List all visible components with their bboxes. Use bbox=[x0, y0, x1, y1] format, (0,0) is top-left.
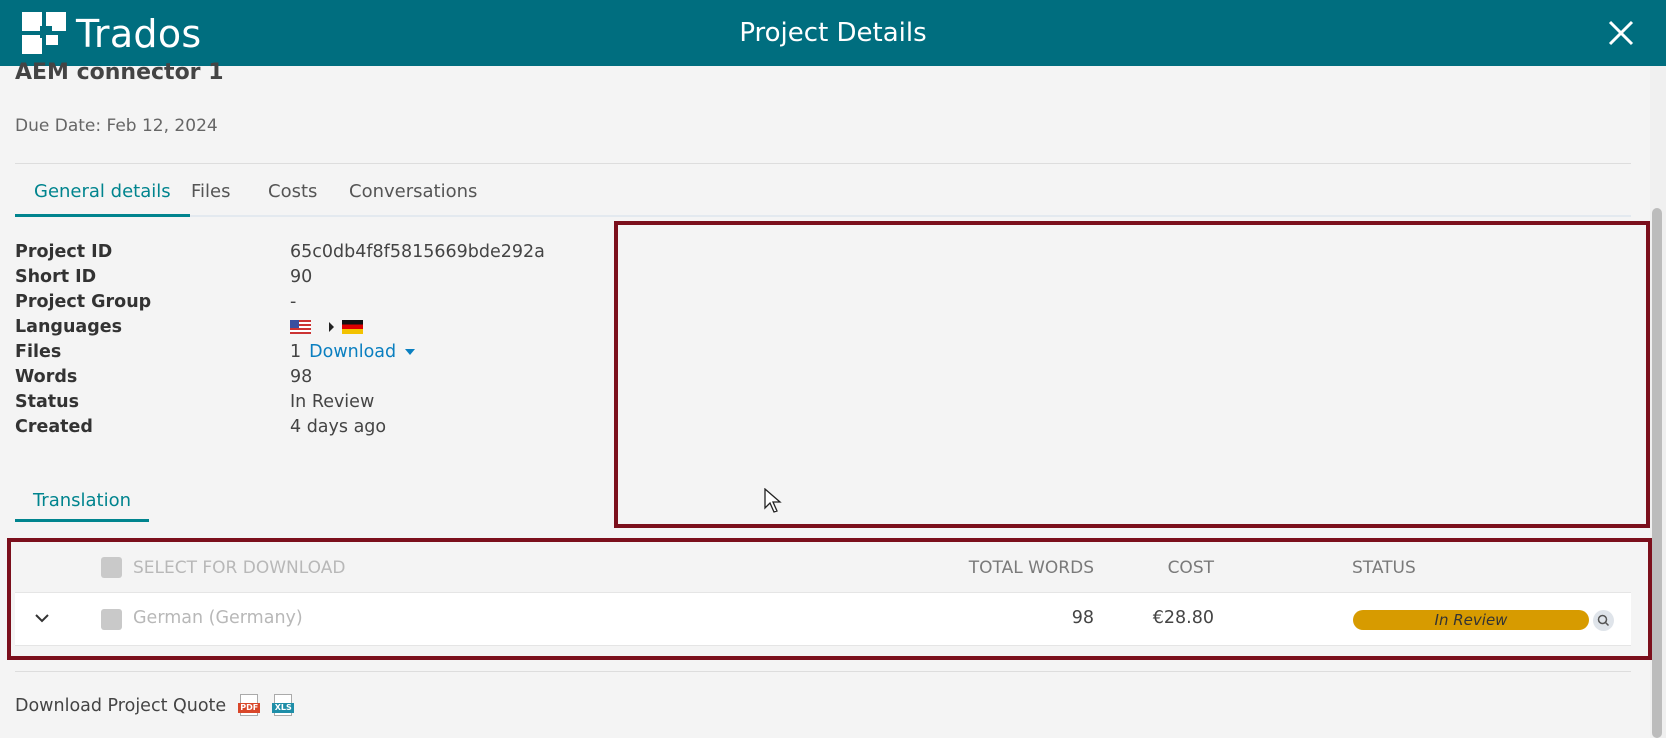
detail-label: Created bbox=[15, 417, 93, 437]
detail-row-short-id: Short ID 90 bbox=[15, 267, 575, 293]
tab-costs[interactable]: Costs bbox=[249, 181, 336, 217]
detail-label: Short ID bbox=[15, 267, 97, 287]
status-badge: In Review bbox=[1353, 610, 1589, 630]
app-header: Trados Project Details bbox=[0, 0, 1666, 66]
detail-value: 98 bbox=[290, 367, 313, 387]
detail-row-created: Created 4 days ago bbox=[15, 417, 575, 443]
tab-conversations[interactable]: Conversations bbox=[330, 181, 496, 217]
detail-label: Files bbox=[15, 342, 62, 362]
detail-label: Project Group bbox=[15, 292, 152, 312]
header-status: STATUS bbox=[1352, 558, 1416, 578]
detail-label: Project ID bbox=[15, 242, 113, 262]
tab-bar: General details Files Costs Conversation… bbox=[15, 173, 1631, 217]
main-content: AEM connector 1 Due Date: Feb 12, 2024 G… bbox=[0, 60, 1666, 738]
detail-value: - bbox=[290, 292, 297, 312]
tab-general-details[interactable]: General details bbox=[15, 181, 190, 217]
detail-value: 65c0db4f8f5815669bde292a bbox=[290, 242, 545, 262]
detail-value: In Review bbox=[290, 392, 375, 412]
caret-down-icon[interactable] bbox=[405, 349, 416, 355]
row-words: 98 bbox=[1071, 608, 1094, 628]
us-flag-icon bbox=[290, 320, 311, 334]
quote-label: Download Project Quote bbox=[15, 696, 227, 716]
download-link[interactable]: Download bbox=[309, 342, 396, 362]
tab-files[interactable]: Files bbox=[172, 181, 250, 217]
detail-row-languages: Languages bbox=[15, 317, 575, 343]
detail-value: 90 bbox=[290, 267, 313, 287]
detail-row-status: Status In Review bbox=[15, 392, 575, 418]
pdf-icon[interactable]: PDF bbox=[238, 694, 261, 718]
project-title: AEM connector 1 bbox=[15, 60, 224, 85]
detail-row-project-group: Project Group - bbox=[15, 292, 575, 318]
divider bbox=[15, 671, 1631, 672]
window-title: Project Details bbox=[739, 18, 927, 48]
detail-row-files: Files 1 Download bbox=[15, 342, 575, 368]
files-count: 1 bbox=[290, 342, 302, 362]
mouse-cursor-icon bbox=[764, 487, 782, 518]
download-project-quote: Download Project Quote PDF XLS bbox=[15, 694, 295, 718]
de-flag-icon bbox=[342, 320, 363, 334]
due-date: Due Date: Feb 12, 2024 bbox=[15, 116, 218, 136]
divider bbox=[15, 163, 1631, 164]
detail-label: Status bbox=[15, 392, 80, 412]
xls-icon[interactable]: XLS bbox=[272, 694, 295, 718]
detail-label: Languages bbox=[15, 317, 123, 337]
header-total-words: TOTAL WORDS bbox=[968, 558, 1094, 578]
chevron-down-icon[interactable] bbox=[35, 610, 49, 624]
header-cost: COST bbox=[1167, 558, 1214, 578]
search-icon[interactable] bbox=[1593, 610, 1614, 631]
close-button[interactable] bbox=[1606, 18, 1636, 48]
language-pair bbox=[290, 317, 363, 337]
files-value: 1 Download bbox=[290, 342, 416, 362]
table-row[interactable]: German (Germany) 98 €28.80 In Review bbox=[15, 592, 1631, 646]
close-icon bbox=[1608, 20, 1634, 46]
pdf-label: PDF bbox=[238, 703, 261, 713]
xls-label: XLS bbox=[272, 703, 295, 713]
detail-row-project-id: Project ID 65c0db4f8f5815669bde292a bbox=[15, 242, 575, 268]
row-checkbox[interactable] bbox=[101, 609, 122, 630]
table-header: SELECT FOR DOWNLOAD TOTAL WORDS COST STA… bbox=[15, 544, 1631, 592]
tab-translation[interactable]: Translation bbox=[15, 484, 149, 522]
detail-row-words: Words 98 bbox=[15, 367, 575, 393]
row-cost: €28.80 bbox=[1152, 608, 1214, 628]
arrow-right-icon bbox=[329, 322, 334, 332]
detail-label: Words bbox=[15, 367, 78, 387]
row-language: German (Germany) bbox=[133, 608, 303, 628]
detail-value: 4 days ago bbox=[290, 417, 387, 437]
highlight-annotation-box bbox=[614, 221, 1650, 528]
header-select-for-download: SELECT FOR DOWNLOAD bbox=[133, 558, 346, 578]
select-all-checkbox[interactable] bbox=[101, 557, 122, 578]
